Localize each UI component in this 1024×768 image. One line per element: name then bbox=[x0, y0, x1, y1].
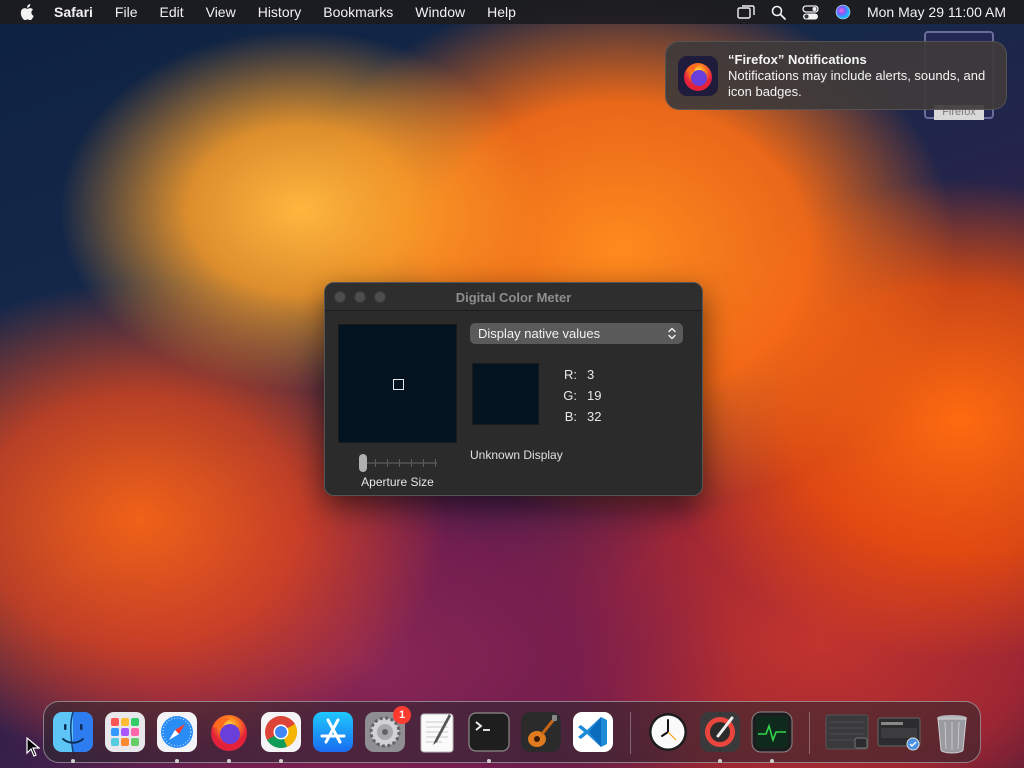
terminal-icon[interactable] bbox=[467, 710, 511, 754]
window-title: Digital Color Meter bbox=[455, 290, 572, 305]
aperture-box bbox=[393, 379, 404, 390]
finder-icon[interactable] bbox=[51, 710, 95, 754]
textedit-icon[interactable] bbox=[415, 710, 459, 754]
siri-icon[interactable] bbox=[835, 4, 851, 20]
menu-help[interactable]: Help bbox=[487, 4, 516, 20]
menu-app-name[interactable]: Safari bbox=[54, 4, 93, 20]
firefox-icon[interactable] bbox=[207, 710, 251, 754]
window-titlebar[interactable]: Digital Color Meter bbox=[325, 283, 702, 311]
magnified-preview bbox=[338, 324, 457, 443]
minimized-window-icon[interactable] bbox=[825, 710, 869, 754]
menu-history[interactable]: History bbox=[258, 4, 302, 20]
clock-icon[interactable] bbox=[646, 710, 690, 754]
control-center-icon[interactable] bbox=[802, 4, 819, 20]
settings-notification-badge: 1 bbox=[393, 706, 411, 724]
firefox-notification-banner[interactable]: “Firefox” Notifications Notifications ma… bbox=[665, 41, 1007, 110]
firefox-icon bbox=[678, 56, 718, 96]
r-label: R: bbox=[564, 367, 577, 382]
menu-bar-clock[interactable]: Mon May 29 11:00 AM bbox=[867, 4, 1006, 20]
g-value: 19 bbox=[587, 388, 602, 403]
chevron-up-down-icon bbox=[667, 326, 677, 341]
select-value: Display native values bbox=[478, 326, 601, 341]
app-store-icon[interactable] bbox=[311, 710, 355, 754]
downloads-stack-icon[interactable] bbox=[877, 710, 921, 754]
notification-title: “Firefox” Notifications bbox=[728, 52, 867, 67]
screen-mirroring-icon[interactable] bbox=[737, 5, 755, 19]
display-values-select[interactable]: Display native values bbox=[470, 323, 683, 344]
launchpad-icon[interactable] bbox=[103, 710, 147, 754]
search-icon[interactable] bbox=[771, 5, 786, 20]
vscode-icon[interactable] bbox=[571, 710, 615, 754]
color-swatch bbox=[472, 363, 539, 425]
menu-window[interactable]: Window bbox=[415, 4, 465, 20]
safari-icon[interactable] bbox=[155, 710, 199, 754]
garageband-icon[interactable] bbox=[519, 710, 563, 754]
activity-monitor-icon[interactable] bbox=[750, 710, 794, 754]
notification-body: Notifications may include alerts, sounds… bbox=[728, 68, 986, 99]
menu-bookmarks[interactable]: Bookmarks bbox=[323, 4, 393, 20]
aperture-size-label: Aperture Size bbox=[361, 475, 434, 489]
display-name-label: Unknown Display bbox=[470, 448, 563, 462]
chrome-icon[interactable] bbox=[259, 710, 303, 754]
slider-thumb[interactable] bbox=[359, 454, 367, 472]
b-value: 32 bbox=[587, 409, 602, 424]
g-label: G: bbox=[563, 388, 577, 403]
dock: 1 bbox=[43, 701, 981, 763]
system-settings-icon[interactable]: 1 bbox=[363, 706, 411, 754]
digital-color-meter-window: Digital Color Meter Aperture Size Displa… bbox=[324, 282, 703, 496]
digital-color-meter-icon[interactable] bbox=[698, 710, 742, 754]
aperture-size-slider[interactable] bbox=[359, 453, 437, 473]
menu-view[interactable]: View bbox=[206, 4, 236, 20]
menu-file[interactable]: File bbox=[115, 4, 138, 20]
apple-menu-icon[interactable] bbox=[18, 4, 36, 20]
rgb-values: R: 3 G: 19 B: 32 bbox=[556, 364, 601, 427]
mouse-cursor-icon bbox=[26, 736, 41, 757]
menu-bar: Safari File Edit View History Bookmarks … bbox=[0, 0, 1024, 24]
trash-icon[interactable] bbox=[930, 710, 974, 754]
r-value: 3 bbox=[587, 367, 595, 382]
menu-edit[interactable]: Edit bbox=[159, 4, 183, 20]
b-label: B: bbox=[564, 409, 577, 424]
